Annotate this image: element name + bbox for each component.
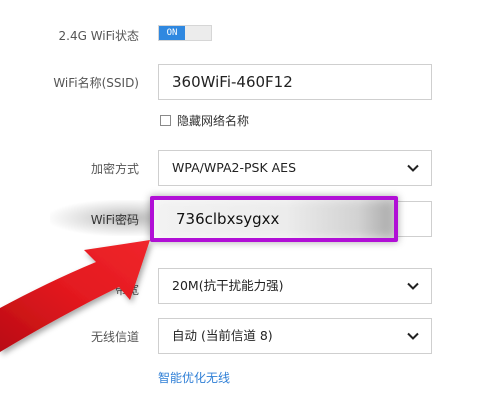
encryption-value: WPA/WPA2-PSK AES [172,160,296,175]
ssid-value: 360WiFi-460F12 [172,73,293,91]
chevron-down-icon [407,332,419,340]
password-label: WiFi密码 [90,213,139,227]
wifi-status-label: 2.4G WiFi状态 [58,29,140,43]
wifi-status-toggle[interactable]: ON [158,25,212,41]
hide-network-checkbox[interactable] [160,115,171,126]
chevron-down-icon [407,282,419,290]
optimize-wireless-link[interactable]: 智能优化无线 [158,369,230,386]
channel-label: 无线信道 [90,330,139,344]
password-value: 736clbxsygxx [176,210,280,228]
wifi-settings-page: 2.4G WiFi状态 ON WiFi名称(SSID) 360WiFi-460F… [0,0,481,400]
encryption-select[interactable]: WPA/WPA2-PSK AES [158,150,432,186]
ssid-label: WiFi名称(SSID) [53,76,139,90]
ssid-input[interactable]: 360WiFi-460F12 [158,64,432,100]
bandwidth-select[interactable]: 20M(抗干扰能力强) [158,268,432,304]
channel-value: 自动 (当前信道 8) [172,328,273,343]
toggle-on-indicator: ON [159,26,185,40]
bandwidth-label: 带宽 [114,283,139,297]
encryption-label: 加密方式 [90,162,139,176]
chevron-down-icon [407,164,419,172]
channel-select[interactable]: 自动 (当前信道 8) [158,318,432,354]
hide-network-label: 隐藏网络名称 [177,114,250,128]
bandwidth-value: 20M(抗干扰能力强) [172,278,284,293]
password-input[interactable]: 736clbxsygxx [150,196,398,242]
